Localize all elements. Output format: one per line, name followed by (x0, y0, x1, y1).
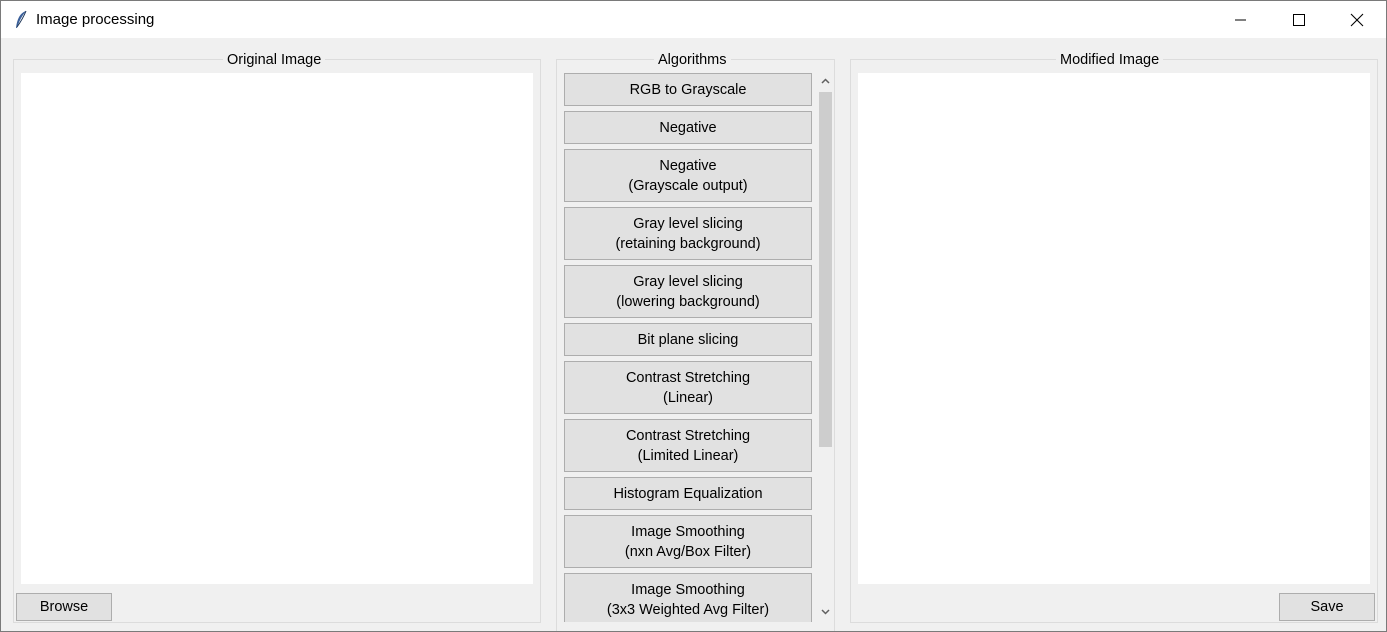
algorithm-label-line1: Gray level slicing (633, 215, 743, 232)
algorithms-title: Algorithms (654, 51, 731, 69)
algorithm-button-gray-slicing-retain[interactable]: Gray level slicing (retaining background… (564, 207, 812, 260)
maximize-icon (1293, 14, 1305, 26)
algorithm-label-line1: Gray level slicing (633, 273, 743, 290)
algorithm-label-line1: Image Smoothing (631, 581, 745, 598)
algorithm-label-line1: RGB to Grayscale (629, 81, 747, 98)
algorithm-button-bit-plane-slicing[interactable]: Bit plane slicing (564, 323, 812, 356)
algorithm-button-negative[interactable]: Negative (564, 111, 812, 144)
close-icon (1350, 13, 1364, 27)
algorithm-label-line1: Bit plane slicing (637, 331, 739, 348)
algorithms-list: RGB to Grayscale Negative Negative (Gray… (564, 73, 812, 622)
algorithm-label-line1: Contrast Stretching (625, 427, 751, 444)
algorithm-label-line2: (Grayscale output) (628, 177, 748, 194)
algorithm-label-line1: Negative (659, 157, 717, 174)
algorithm-label-line2: (Linear) (663, 389, 713, 406)
algorithm-button-histogram-equalization[interactable]: Histogram Equalization (564, 477, 812, 510)
algorithm-label-line1: Histogram Equalization (613, 485, 763, 502)
app-window: Image processing Original Image Browse A… (0, 0, 1387, 632)
algorithm-button-gray-slicing-lower[interactable]: Gray level slicing (lowering background) (564, 265, 812, 318)
window-title: Image processing (36, 11, 155, 28)
browse-button[interactable]: Browse (16, 593, 112, 621)
algorithm-label-line2: (3x3 Weighted Avg Filter) (606, 601, 770, 618)
original-image-title: Original Image (223, 51, 326, 69)
minimize-icon (1235, 19, 1246, 21)
algorithm-label-line1: Negative (659, 119, 717, 136)
algorithm-label-line2: (lowering background) (616, 293, 760, 310)
close-button[interactable] (1328, 1, 1386, 38)
algorithm-label-line1: Contrast Stretching (625, 369, 751, 386)
modified-image-title: Modified Image (1056, 51, 1164, 69)
algorithm-button-smoothing-box[interactable]: Image Smoothing (nxn Avg/Box Filter) (564, 515, 812, 568)
algorithm-button-rgb-to-grayscale[interactable]: RGB to Grayscale (564, 73, 812, 106)
algorithm-label-line2: (nxn Avg/Box Filter) (624, 543, 752, 560)
chevron-down-icon (821, 609, 830, 615)
algorithm-button-contrast-limited-linear[interactable]: Contrast Stretching (Limited Linear) (564, 419, 812, 472)
chevron-up-icon (821, 78, 830, 84)
algorithms-scrollbar[interactable] (817, 73, 834, 622)
scroll-thumb[interactable] (819, 92, 832, 447)
algorithm-label-line2: (retaining background) (615, 235, 761, 252)
feather-icon (14, 10, 28, 30)
original-image-canvas (21, 73, 533, 584)
title-bar[interactable]: Image processing (1, 1, 1386, 38)
scroll-down-button[interactable] (817, 603, 834, 620)
scroll-up-button[interactable] (817, 73, 834, 90)
save-button[interactable]: Save (1279, 593, 1375, 621)
algorithm-label-line2: (Limited Linear) (637, 447, 739, 464)
maximize-button[interactable] (1270, 1, 1328, 38)
modified-image-canvas (858, 73, 1370, 584)
algorithm-button-smoothing-weighted[interactable]: Image Smoothing (3x3 Weighted Avg Filter… (564, 573, 812, 622)
algorithm-button-negative-grayscale[interactable]: Negative (Grayscale output) (564, 149, 812, 202)
algorithm-label-line1: Image Smoothing (631, 523, 745, 540)
algorithm-button-contrast-linear[interactable]: Contrast Stretching (Linear) (564, 361, 812, 414)
minimize-button[interactable] (1212, 1, 1270, 38)
